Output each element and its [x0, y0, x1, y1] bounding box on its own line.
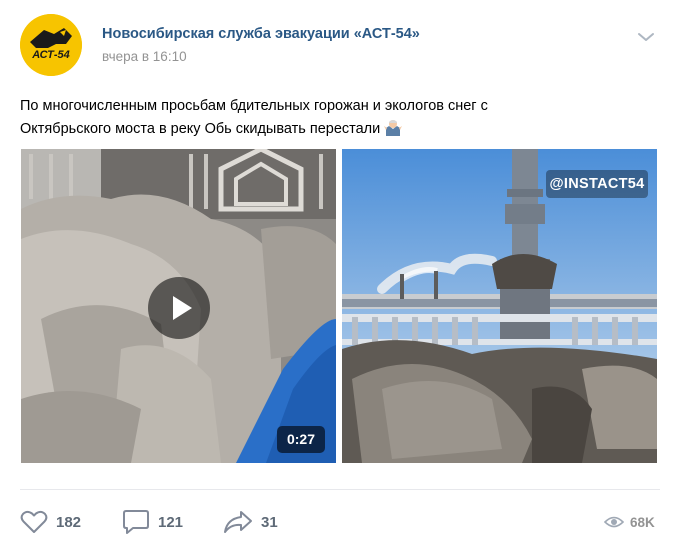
comments-count: 121 [158, 513, 184, 531]
svg-text:АСТ-54: АСТ-54 [31, 49, 70, 61]
heart-icon [20, 510, 48, 533]
shares-count: 31 [261, 513, 278, 531]
likes-count: 182 [56, 513, 82, 531]
post-text-content: По многочисленным просьбам бдительных го… [20, 98, 488, 137]
avatar-logo: АСТ-54 [20, 14, 82, 76]
avatar[interactable]: АСТ-54 [20, 14, 82, 76]
photo-watermark: @INSTACT54 [546, 170, 648, 198]
eye-icon [604, 516, 624, 528]
shrug-emoji-icon [384, 118, 403, 136]
post-text: По многочисленным просьбам бдительных го… [20, 95, 580, 141]
post-date[interactable]: вчера в 16:10 [102, 49, 187, 64]
comment-icon [123, 510, 149, 534]
play-button[interactable] [148, 277, 210, 339]
post-author-link[interactable]: Новосибирская служба эвакуации «АСТ-54» [102, 26, 420, 42]
post-divider [20, 489, 660, 490]
video-duration-badge: 0:27 [277, 426, 325, 453]
video-attachment[interactable] [21, 149, 336, 463]
post-header: АСТ-54 Новосибирская служба эвакуации «А… [20, 14, 660, 78]
comment-button[interactable]: 121 [122, 506, 183, 538]
views-counter: 68K [604, 506, 655, 538]
post-menu-button[interactable] [634, 28, 658, 46]
share-icon [224, 511, 252, 533]
views-count: 68K [630, 514, 655, 530]
chevron-down-icon [638, 33, 654, 41]
wall-post: АСТ-54 Новосибирская служба эвакуации «А… [0, 0, 679, 557]
share-button[interactable]: 31 [223, 506, 278, 538]
play-icon [173, 296, 192, 320]
like-button[interactable]: 182 [20, 506, 81, 538]
